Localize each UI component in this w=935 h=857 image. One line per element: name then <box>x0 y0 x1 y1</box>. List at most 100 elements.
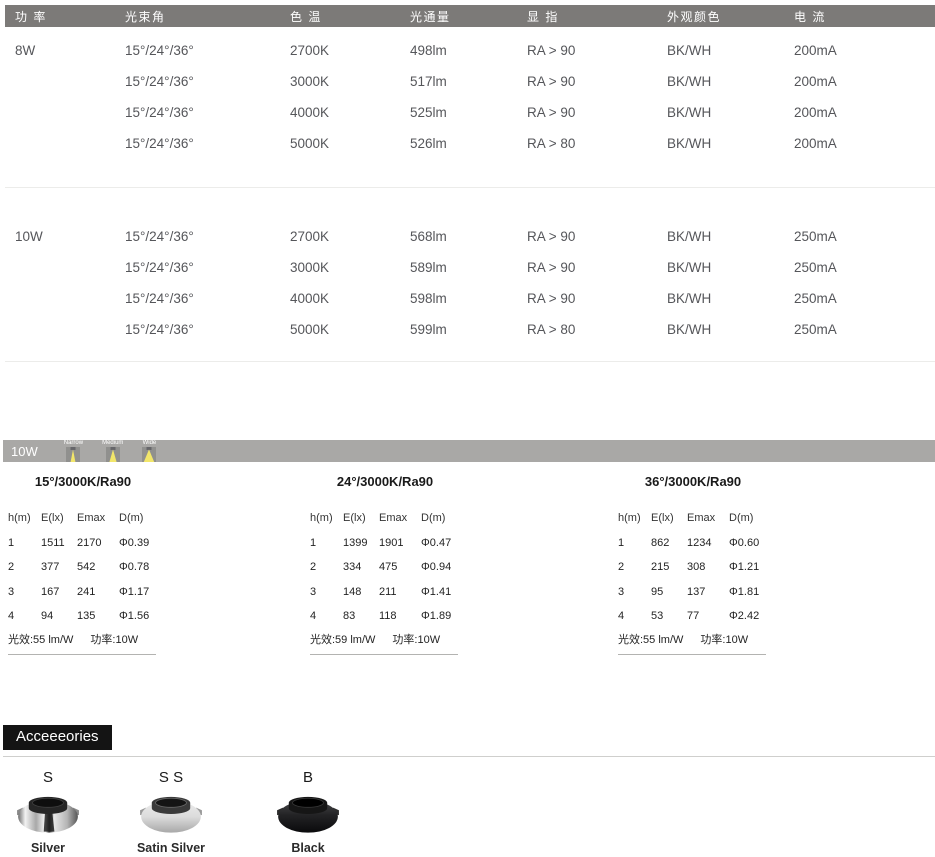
spec-cell: BK/WH <box>657 43 784 58</box>
spec-row: 15°/24°/36°3000K517lmRA > 90BK/WH200mA <box>5 66 935 97</box>
spec-column-header: 电 流 <box>784 8 935 25</box>
photometric-footer: 光效:55 lm/W功率:10W <box>8 629 156 655</box>
wide-beam-icon <box>142 447 156 462</box>
photometric-table: 15°/3000K/Ra90h(m)E(lx)EmaxD(m)115112170… <box>8 474 158 655</box>
photometric-section: 10W Narrow Medium <box>0 440 935 655</box>
silver-reflector-icon <box>16 792 80 836</box>
narrow-beam-icon <box>66 447 80 462</box>
spec-cell: 200mA <box>784 136 935 151</box>
photometric-cell: 1399 <box>343 537 379 549</box>
spec-cell: BK/WH <box>657 322 784 337</box>
photometric-cell: 211 <box>379 586 421 598</box>
spec-cell: 250mA <box>784 260 935 275</box>
spec-cell: 498lm <box>400 43 517 58</box>
photometric-cell: 118 <box>379 610 421 622</box>
accessories-section: Acceeeories S <box>3 725 935 855</box>
photometric-header-bar: 10W Narrow Medium <box>3 440 935 462</box>
spec-column-header: 功 率 <box>5 8 115 25</box>
spec-cell: 599lm <box>400 322 517 337</box>
beam-option-narrow: Narrow <box>64 440 83 462</box>
spec-row: 15°/24°/36°4000K525lmRA > 90BK/WH200mA <box>5 97 935 128</box>
spec-cell: RA > 90 <box>517 229 657 244</box>
spec-cell: 568lm <box>400 229 517 244</box>
efficacy-value: 光效:55 lm/W <box>618 631 683 647</box>
accessory-code: S S <box>159 769 183 789</box>
photometric-cell: Φ0.39 <box>119 537 158 549</box>
spec-row: 15°/24°/36°5000K599lmRA > 80BK/WH250mA <box>5 314 935 345</box>
spec-section: 功 率光束角色 温光通量显 指外观颜色电 流 8W15°/24°/36°2700… <box>0 5 935 362</box>
photometric-column-header: Emax <box>77 512 119 524</box>
photometric-cell: Φ1.21 <box>729 561 768 573</box>
spec-cell: 589lm <box>400 260 517 275</box>
accessory-label: Silver <box>31 841 65 855</box>
photometric-cell: 53 <box>651 610 687 622</box>
photometric-cell: 4 <box>8 610 41 622</box>
spec-cell: BK/WH <box>657 74 784 89</box>
photometric-table-title: 15°/3000K/Ra90 <box>8 474 158 489</box>
power-cell: 8W <box>5 43 115 58</box>
photometric-cell: 241 <box>77 586 119 598</box>
photometric-column-header: h(m) <box>618 512 651 524</box>
accessory-label: Satin Silver <box>137 841 205 855</box>
spec-column-header: 色 温 <box>280 8 400 25</box>
spec-cell: 2700K <box>280 43 400 58</box>
photometric-cell: 475 <box>379 561 421 573</box>
photometric-table: 36°/3000K/Ra90h(m)E(lx)EmaxD(m)18621234Φ… <box>618 474 768 655</box>
photometric-cell: 135 <box>77 610 119 622</box>
photometric-cell: 1 <box>310 537 343 549</box>
spec-header-row: 功 率光束角色 温光通量显 指外观颜色电 流 <box>5 5 935 27</box>
spec-cell: 15°/24°/36° <box>115 43 280 58</box>
accessory-item-silver: S <box>3 769 93 855</box>
photometric-cell: 3 <box>310 586 343 598</box>
photometric-grid: h(m)E(lx)EmaxD(m)18621234Φ0.602215308Φ1.… <box>618 506 768 629</box>
photometric-table-title: 36°/3000K/Ra90 <box>618 474 768 489</box>
accessories-row: S <box>3 769 935 855</box>
spec-cell: 15°/24°/36° <box>115 229 280 244</box>
spec-cell: BK/WH <box>657 136 784 151</box>
photometric-column-header: E(lx) <box>343 512 379 524</box>
accessory-item-black: B Black <box>263 769 353 855</box>
photometric-cell: 334 <box>343 561 379 573</box>
spec-cell: RA > 90 <box>517 74 657 89</box>
spec-cell: 598lm <box>400 291 517 306</box>
spec-column-header: 外观颜色 <box>657 8 784 25</box>
spec-cell: 200mA <box>784 43 935 58</box>
accessory-label: Black <box>291 841 324 855</box>
spec-cell: 15°/24°/36° <box>115 74 280 89</box>
photometric-cell: 95 <box>651 586 687 598</box>
photometric-cell: 1511 <box>41 537 77 549</box>
spec-row: 8W15°/24°/36°2700K498lmRA > 90BK/WH200mA <box>5 35 935 66</box>
spec-cell: RA > 90 <box>517 105 657 120</box>
spec-cell: RA > 90 <box>517 291 657 306</box>
photometric-table-title: 24°/3000K/Ra90 <box>310 474 460 489</box>
photometric-cell: 4 <box>618 610 651 622</box>
spec-cell: 4000K <box>280 105 400 120</box>
photometric-cell: 2170 <box>77 537 119 549</box>
spec-cell: 5000K <box>280 136 400 151</box>
spec-column-header: 光通量 <box>400 8 517 25</box>
spec-row: 15°/24°/36°3000K589lmRA > 90BK/WH250mA <box>5 252 935 283</box>
spec-cell: 3000K <box>280 74 400 89</box>
photometric-cell: 77 <box>687 610 729 622</box>
spec-table-body: 8W15°/24°/36°2700K498lmRA > 90BK/WH200mA… <box>5 27 935 362</box>
spec-cell: 15°/24°/36° <box>115 322 280 337</box>
power-value: 功率:10W <box>392 631 440 647</box>
photometric-cell: 3 <box>618 586 651 598</box>
photometric-cell: 1 <box>8 537 41 549</box>
spec-cell: 200mA <box>784 105 935 120</box>
photometric-cell: Φ1.81 <box>729 586 768 598</box>
power-cell: 10W <box>5 229 115 244</box>
beam-label: Wide <box>143 440 157 447</box>
accessory-code: B <box>303 769 313 789</box>
photometric-cell: 2 <box>310 561 343 573</box>
spec-cell: RA > 90 <box>517 43 657 58</box>
photometric-cell: Φ0.47 <box>421 537 460 549</box>
spec-row: 10W15°/24°/36°2700K568lmRA > 90BK/WH250m… <box>5 221 935 252</box>
beam-option-medium: Medium <box>102 440 123 462</box>
photometric-grid: h(m)E(lx)EmaxD(m)113991901Φ0.472334475Φ0… <box>310 506 460 629</box>
spec-column-header: 光束角 <box>115 8 280 25</box>
photometric-cell: 377 <box>41 561 77 573</box>
efficacy-value: 光效:59 lm/W <box>310 631 375 647</box>
medium-beam-icon <box>106 447 120 462</box>
spec-cell: 200mA <box>784 74 935 89</box>
